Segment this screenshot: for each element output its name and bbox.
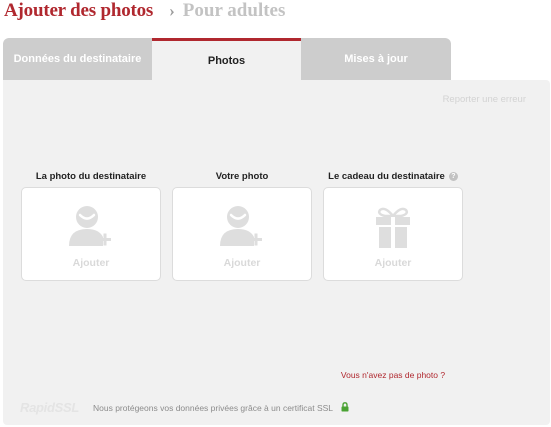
lock-icon — [341, 402, 349, 412]
gift-photo-column: Le cadeau du destinataire ? Ajouter Vous… — [323, 169, 463, 380]
recipient-photo-label: La photo du destinataire — [21, 169, 161, 183]
tab-bar: Données du destinataire Photos Mises à j… — [3, 38, 451, 80]
gift-photo-add-label: Ajouter — [374, 257, 412, 269]
person-add-icon — [69, 206, 111, 246]
person-add-icon — [220, 206, 262, 246]
ssl-note: Nous protégeons vos données privées grâc… — [93, 402, 349, 413]
breadcrumb-next-step[interactable]: Pour adultes — [183, 0, 286, 22]
tab-photos[interactable]: Photos — [152, 38, 301, 80]
your-photo-add-label: Ajouter — [223, 257, 261, 269]
photos-panel: Reporter une erreur La photo du destinat… — [3, 80, 550, 425]
recipient-photo-add-label: Ajouter — [72, 257, 110, 269]
your-photo-upload-button[interactable]: Ajouter — [172, 187, 312, 281]
no-photo-link[interactable]: Vous n'avez pas de photo ? — [323, 370, 463, 380]
recipient-photo-label-text: La photo du destinataire — [35, 170, 147, 182]
report-error-link[interactable]: Reporter une erreur — [443, 94, 526, 105]
your-photo-label: Votre photo — [172, 169, 312, 183]
page-title: Ajouter des photos — [4, 0, 154, 21]
gift-photo-label: Le cadeau du destinataire ? — [323, 169, 463, 183]
your-photo-column: Votre photo Ajouter — [172, 169, 312, 281]
gift-photo-label-text: Le cadeau du destinataire — [328, 170, 445, 182]
breadcrumb-separator: › — [169, 1, 175, 20]
recipient-photo-upload-button[interactable]: Ajouter — [21, 187, 161, 281]
your-photo-label-text: Votre photo — [215, 170, 269, 182]
recipient-photo-column: La photo du destinataire Ajouter — [21, 169, 161, 281]
help-icon[interactable]: ? — [448, 171, 458, 181]
gift-photo-upload-button[interactable]: Ajouter — [323, 187, 463, 281]
gift-icon — [376, 207, 410, 248]
ssl-note-text: Nous protégeons vos données privées grâc… — [93, 403, 333, 413]
tab-updates[interactable]: Mises à jour — [301, 38, 451, 80]
tab-recipient-data[interactable]: Données du destinataire — [3, 38, 152, 80]
page-header: Ajouter des photos › Pour adultes — [4, 0, 285, 26]
security-footer: RapidSSL Nous protégeons vos données pri… — [20, 400, 349, 415]
rapidssl-logo: RapidSSL — [20, 400, 79, 415]
